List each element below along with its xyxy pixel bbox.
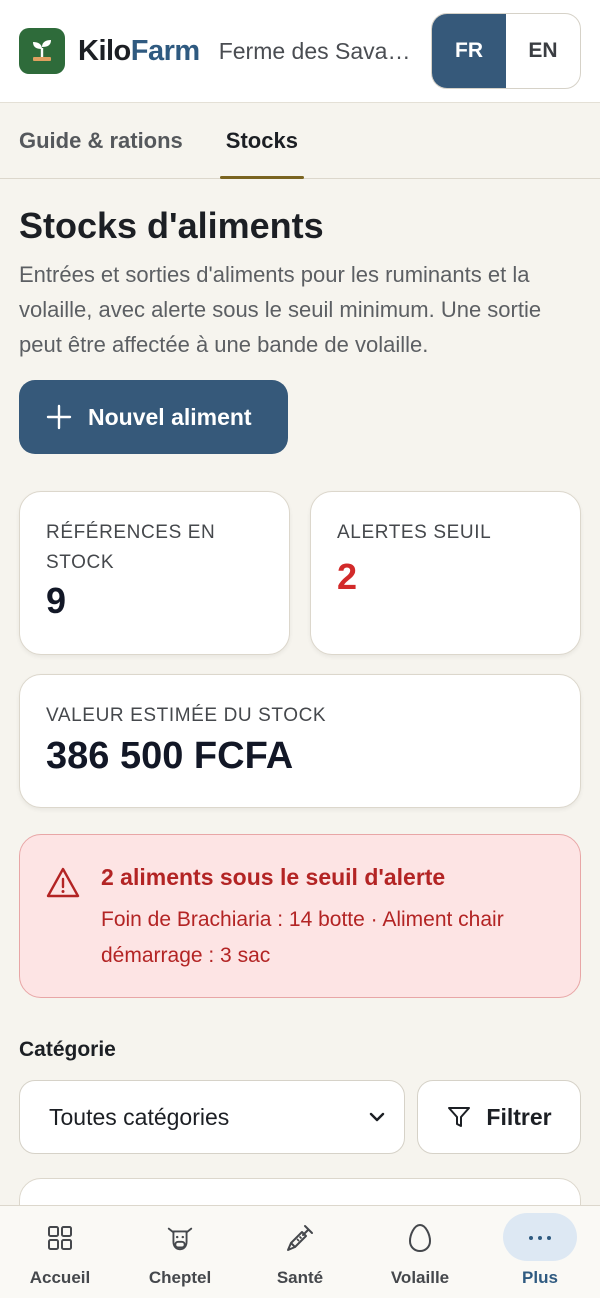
funnel-icon: [448, 1107, 471, 1127]
language-switcher: FR EN: [431, 13, 581, 89]
nav-volaille[interactable]: Volaille: [360, 1206, 480, 1298]
nav-plus[interactable]: Plus: [480, 1206, 600, 1298]
nav-cheptel[interactable]: Cheptel: [120, 1206, 240, 1298]
stat-label-references: RÉFÉRENCES EN STOCK: [46, 522, 216, 573]
category-select-value: Toutes catégories: [49, 1103, 230, 1130]
filter-button[interactable]: Filtrer: [417, 1080, 581, 1154]
syringe-icon: [287, 1225, 313, 1251]
logo[interactable]: [19, 28, 65, 74]
tab-bar: Guide & rations Stocks: [0, 103, 600, 179]
bottom-nav: Accueil Cheptel Santé Volaille Plus: [0, 1205, 600, 1298]
tab-stocks[interactable]: Stocks: [219, 103, 305, 179]
stat-value-alerts: 2: [337, 556, 358, 597]
stat-card-stock-value: VALEUR ESTIMÉE DU STOCK 386 500 FCFA: [19, 674, 581, 808]
new-food-label: Nouvel aliment: [88, 403, 252, 430]
stat-value-stock-value: 386 500 FCFA: [46, 735, 294, 777]
warning-triangle-icon: [46, 867, 80, 898]
stat-card-alerts: ALERTES SEUIL 2: [310, 491, 581, 655]
chevron-down-icon: [369, 1112, 385, 1122]
alert-body: Foin de Brachiaria : 14 botte · Aliment …: [101, 908, 504, 967]
grid-icon: [48, 1226, 72, 1250]
egg-icon: [408, 1223, 432, 1253]
category-select[interactable]: Toutes catégories: [19, 1080, 405, 1154]
brand-part2: Farm: [130, 34, 200, 67]
nav-accueil[interactable]: Accueil: [0, 1206, 120, 1298]
category-label: Catégorie: [19, 1038, 116, 1061]
alert-title: 2 aliments sous le seuil d'alerte: [101, 864, 446, 890]
nav-label: Accueil: [29, 1268, 91, 1287]
app-header: KiloFarm Ferme des Savanes FR EN: [0, 0, 600, 103]
tab-guide-rations[interactable]: Guide & rations: [19, 103, 183, 179]
new-food-button[interactable]: Nouvel aliment: [19, 380, 288, 454]
brand-name: KiloFarm: [78, 35, 200, 68]
sprout-icon: [33, 40, 51, 61]
cow-icon: [167, 1227, 193, 1251]
more-icon: [529, 1236, 551, 1240]
nav-label: Santé: [276, 1268, 324, 1287]
threshold-alert-banner: 2 aliments sous le seuil d'alerte Foin d…: [19, 834, 581, 998]
lang-en-button[interactable]: EN: [506, 14, 580, 88]
stat-card-references: RÉFÉRENCES EN STOCK 9: [19, 491, 290, 655]
nav-sante[interactable]: Santé: [240, 1206, 360, 1298]
farm-name[interactable]: Ferme des Savanes: [219, 38, 419, 65]
plus-icon: [46, 404, 72, 430]
nav-label: Cheptel: [148, 1268, 212, 1287]
stat-label-alerts: ALERTES SEUIL: [337, 522, 492, 543]
stat-label-stock-value: VALEUR ESTIMÉE DU STOCK: [46, 705, 327, 726]
page-title: Stocks d'aliments: [19, 205, 324, 246]
lang-fr-button[interactable]: FR: [432, 14, 506, 88]
stat-value-references: 9: [46, 580, 67, 621]
page-description: Entrées et sorties d'aliments pour les r…: [19, 262, 542, 357]
brand-part1: Kilo: [78, 34, 131, 67]
app-root: KiloFarm Ferme des Savanes FR EN Guide &…: [0, 0, 600, 1298]
nav-label: Volaille: [390, 1268, 450, 1287]
nav-label: Plus: [522, 1268, 558, 1287]
filter-button-label: Filtrer: [486, 1103, 552, 1130]
